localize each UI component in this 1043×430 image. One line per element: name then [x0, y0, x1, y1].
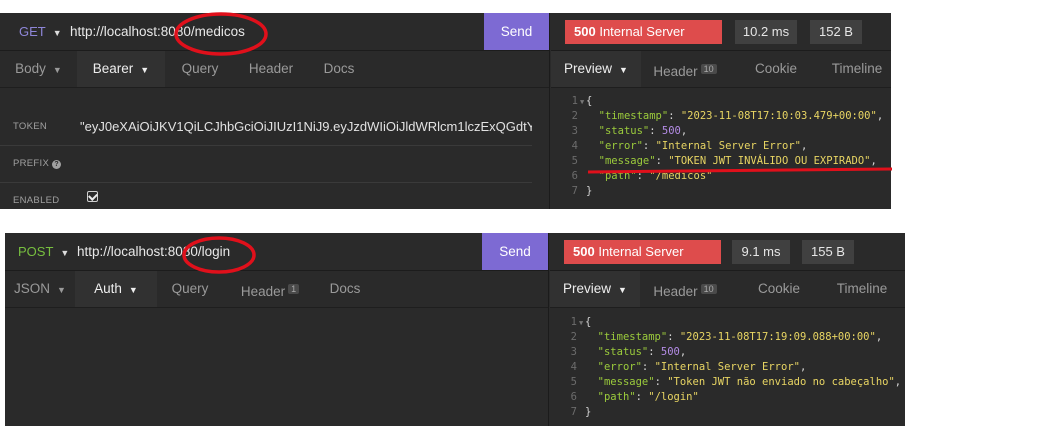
json-error: "Internal Server Error": [655, 140, 801, 152]
prefix-input[interactable]: [80, 146, 532, 182]
header-count-badge: 10: [700, 64, 717, 74]
tab-query[interactable]: Query: [157, 271, 223, 307]
request-panel-post: POST ▼ http://localhost:8080/login Send 5…: [5, 233, 905, 426]
json-message: "Token JWT não enviado no cabeçalho": [667, 376, 895, 388]
tab-cookie[interactable]: Cookie: [730, 271, 828, 307]
tab-docs[interactable]: Docs: [317, 271, 373, 307]
json-line: 6 "path": "/login": [570, 391, 699, 403]
response-json: 1{ ▼ 2 "timestamp": "2023-11-08T17:10:03…: [562, 94, 891, 204]
caret-down-icon: ▼: [52, 28, 62, 38]
caret-down-icon: ▼: [60, 248, 70, 258]
caret-down-icon: ▼: [619, 65, 628, 75]
json-status: 500: [660, 346, 680, 358]
token-row: TOKEN "eyJ0eXAiOiJKV1QiLCJhbGciOiJIUzI1N…: [0, 109, 532, 146]
json-line: 4 "error": "Internal Server Error",: [571, 140, 808, 152]
caret-down-icon: ▼: [52, 65, 62, 75]
tab-timeline[interactable]: Timeline: [823, 51, 891, 87]
caret-down-icon: ▼: [128, 285, 138, 295]
enabled-row: ENABLED: [0, 183, 532, 209]
response-size: 152 B: [810, 20, 862, 44]
tab-body[interactable]: Body ▼: [0, 51, 77, 87]
tab-bearer[interactable]: Bearer ▼: [77, 51, 165, 87]
status-code: 500: [573, 244, 595, 259]
pane-divider: [549, 13, 550, 209]
request-panel-get: GET ▼ http://localhost:8080/medicos Send …: [0, 13, 891, 209]
tab-timeline[interactable]: Timeline: [828, 271, 896, 307]
tab-header[interactable]: Header: [235, 51, 307, 87]
response-meta-bar: 500 Internal Server Error 9.1 ms 155 B: [550, 233, 905, 283]
prefix-label: PREFIX?: [13, 146, 62, 182]
method-selector[interactable]: POST ▼: [18, 233, 69, 270]
tab-json[interactable]: JSON ▼: [5, 271, 75, 307]
status-badge: 500 Internal Server Error: [564, 240, 721, 283]
tab-header[interactable]: Header 1: [223, 271, 317, 307]
response-time: 9.1 ms: [732, 240, 790, 264]
response-meta-bar: 500 Internal Server Error 10.2 ms 152 B: [551, 13, 891, 63]
status-code: 500: [574, 24, 596, 39]
json-path: "/medicos": [649, 170, 713, 182]
json-line: 3 "status": 500,: [571, 125, 688, 137]
token-input[interactable]: "eyJ0eXAiOiJKV1QiLCJhbGciOiJIUzI1NiJ9.ey…: [80, 109, 532, 145]
json-line: 7}: [571, 185, 593, 197]
json-line: 6 "path": "/medicos": [571, 170, 713, 182]
response-time: 10.2 ms: [735, 20, 797, 44]
json-line: 7}: [570, 406, 592, 418]
request-tabs: Body ▼ Bearer ▼ Query Header Docs: [0, 51, 549, 88]
send-button[interactable]: Send: [482, 233, 548, 270]
tab-auth[interactable]: Auth ▼: [75, 271, 157, 307]
json-line: 1{: [570, 316, 592, 328]
url-input[interactable]: http://localhost:8080/login: [77, 233, 477, 270]
method-label: POST: [18, 244, 54, 259]
response-size: 155 B: [802, 240, 854, 264]
send-button[interactable]: Send: [484, 13, 549, 50]
tab-preview[interactable]: Preview ▼: [550, 271, 640, 307]
method-selector[interactable]: GET ▼: [19, 13, 62, 50]
tab-preview[interactable]: Preview ▼: [551, 51, 641, 87]
header-count-badge: 10: [700, 284, 717, 294]
url-bar: POST ▼ http://localhost:8080/login Send: [5, 233, 548, 271]
caret-down-icon: ▼: [57, 285, 66, 295]
json-line: 1{: [571, 95, 593, 107]
json-line: 4 "error": "Internal Server Error",: [570, 361, 807, 373]
fold-icon[interactable]: ▼: [580, 98, 584, 106]
tab-query[interactable]: Query: [165, 51, 235, 87]
json-timestamp: "2023-11-08T17:10:03.479+00:00": [680, 110, 877, 122]
tab-cookie[interactable]: Cookie: [729, 51, 823, 87]
json-path: "/login": [648, 391, 699, 403]
request-tabs: JSON ▼ Auth ▼ Query Header 1 Docs: [5, 271, 548, 308]
response-tabs: Preview ▼ Header 10 Cookie Timeline: [550, 271, 905, 308]
pane-divider: [548, 233, 549, 426]
tab-docs[interactable]: Docs: [307, 51, 371, 87]
tab-response-header[interactable]: Header 10: [641, 51, 729, 87]
enabled-checkbox[interactable]: [87, 191, 98, 202]
caret-down-icon: ▼: [618, 285, 627, 295]
response-tabs: Preview ▼ Header 10 Cookie Timeline: [551, 51, 891, 88]
caret-down-icon: ▼: [140, 65, 150, 75]
method-label: GET: [19, 24, 46, 39]
help-icon: ?: [52, 160, 62, 169]
json-line: 5 "message": "TOKEN JWT INVÁLIDO OU EXPI…: [571, 155, 877, 167]
token-label: TOKEN: [13, 121, 48, 132]
json-status: 500: [661, 125, 681, 137]
json-line: 2 "timestamp": "2023-11-08T17:10:03.479+…: [571, 110, 884, 122]
status-badge: 500 Internal Server Error: [565, 20, 722, 63]
json-error: "Internal Server Error": [654, 361, 800, 373]
enabled-label: ENABLED: [13, 195, 60, 206]
json-line: 2 "timestamp": "2023-11-08T17:19:09.088+…: [570, 331, 883, 343]
header-count-badge: 1: [288, 284, 300, 294]
prefix-row: PREFIX?: [0, 146, 532, 183]
tab-response-header[interactable]: Header 10: [640, 271, 730, 307]
json-timestamp: "2023-11-08T17:19:09.088+00:00": [679, 331, 876, 343]
json-message: "TOKEN JWT INVÁLIDO OU EXPIRADO": [668, 155, 871, 167]
fold-icon[interactable]: ▼: [579, 319, 583, 327]
url-input[interactable]: http://localhost:8080/medicos: [70, 13, 480, 50]
response-json: 1{ ▼ 2 "timestamp": "2023-11-08T17:19:09…: [561, 315, 905, 425]
json-line: 3 "status": 500,: [570, 346, 687, 358]
url-bar: GET ▼ http://localhost:8080/medicos Send: [0, 13, 550, 51]
json-line: 5 "message": "Token JWT não enviado no c…: [570, 376, 902, 388]
